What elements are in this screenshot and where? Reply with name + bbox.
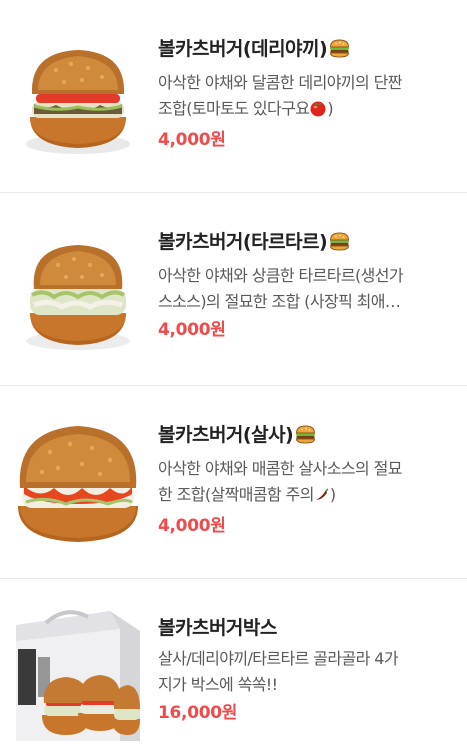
- menu-item-image: [16, 22, 140, 172]
- description-line-2: 한 조합(살짝매콤함 주의: [158, 485, 314, 504]
- hot-pepper-emoji-icon: [314, 485, 330, 511]
- menu-item-name: 볼카츠버거(살사): [158, 424, 294, 446]
- menu-list: 볼카츠버거(데리야끼) 아삭한 야채와 달콤한 데리야끼의 단짠 조합(토마토도…: [0, 0, 467, 744]
- description-line-2: 지가 박스에 쏙쏙!!: [158, 675, 278, 694]
- menu-item-tartar-burger[interactable]: 볼카츠버거(타르타르) 아삭한 야채와 상큼한 타르타르(생선가 스소스)의 절…: [0, 193, 467, 386]
- menu-item-image: [16, 408, 140, 558]
- description-line-2-end: ): [327, 99, 333, 118]
- description-line-2: 조합(토마토도 있다구요: [158, 99, 310, 118]
- menu-item-description: 아삭한 야채와 매콤한 살사소스의 절묘 한 조합(살짝매콤함 주의): [158, 456, 455, 511]
- menu-item-title: 볼카츠버거(타르타르): [158, 229, 455, 258]
- burger-emoji-icon: [295, 425, 316, 451]
- burger-emoji-icon: [329, 232, 350, 258]
- menu-item-name: 볼카츠버거(데리야끼): [158, 38, 328, 60]
- menu-item-description: 아삭한 야채와 상큼한 타르타르(생선가 스소스)의 절묘한 조합 (사장픽 최…: [158, 263, 455, 315]
- menu-item-title: 볼카츠버거(데리야끼): [158, 36, 455, 65]
- menu-item-teriyaki-burger[interactable]: 볼카츠버거(데리야끼) 아삭한 야채와 달콤한 데리야끼의 단짠 조합(토마토도…: [0, 0, 467, 193]
- menu-item-image: [16, 215, 140, 365]
- description-line-1: 살사/데리야끼/타르타르 골라골라 4가: [158, 649, 399, 668]
- description-line-1: 아삭한 야채와 매콤한 살사소스의 절묘: [158, 459, 402, 478]
- menu-item-burger-box[interactable]: 볼카츠버거박스 살사/데리야끼/타르타르 골라골라 4가 지가 박스에 쏙쏙!!…: [0, 579, 467, 744]
- menu-item-image: [16, 601, 140, 744]
- menu-item-price: 4,000원: [158, 320, 226, 340]
- menu-item-name: 볼카츠버거(타르타르): [158, 231, 328, 253]
- description-line-1: 아삭한 야채와 상큼한 타르타르(생선가: [158, 266, 404, 285]
- menu-item-title: 볼카츠버거(살사): [158, 422, 455, 451]
- menu-item-description: 살사/데리야끼/타르타르 골라골라 4가 지가 박스에 쏙쏙!!: [158, 646, 455, 698]
- description-line-2: 스소스)의 절묘한 조합 (사장픽 최애…: [158, 292, 401, 311]
- burger-emoji-icon: [329, 39, 350, 65]
- menu-item-price: 16,000원: [158, 703, 238, 723]
- menu-item-description: 아삭한 야채와 달콤한 데리야끼의 단짠 조합(토마토도 있다구요): [158, 70, 455, 125]
- description-line-2-end: ): [329, 485, 336, 504]
- description-line-1: 아삭한 야채와 달콤한 데리야끼의 단짠: [158, 73, 402, 92]
- menu-item-price: 4,000원: [158, 516, 226, 536]
- menu-item-price: 4,000원: [158, 130, 226, 150]
- menu-item-name: 볼카츠버거박스: [158, 617, 277, 639]
- menu-item-salsa-burger[interactable]: 볼카츠버거(살사) 아삭한 야채와 매콤한 살사소스의 절묘 한 조합(살짝매콤…: [0, 386, 467, 579]
- tomato-emoji-icon: [309, 99, 327, 125]
